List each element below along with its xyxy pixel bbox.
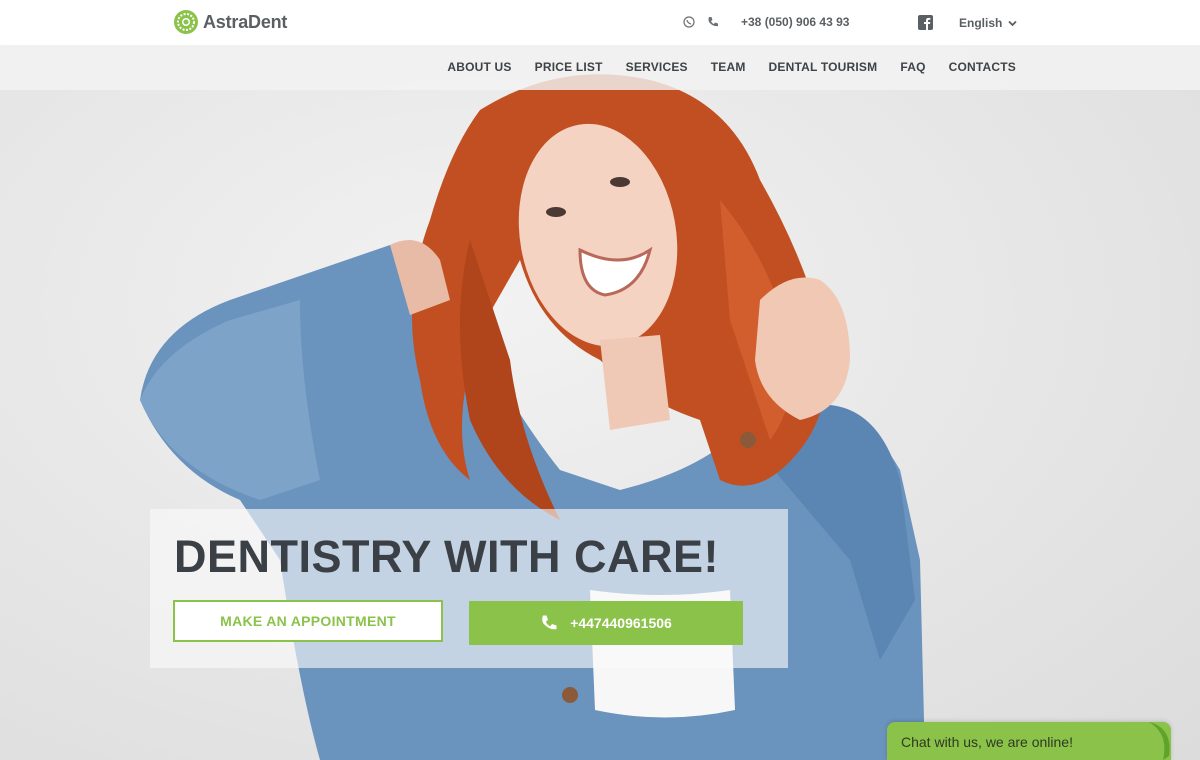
- facebook-icon[interactable]: [918, 15, 933, 30]
- call-phone-button[interactable]: +447440961506: [469, 601, 743, 645]
- chat-widget-label: Chat with us, we are online!: [901, 734, 1073, 750]
- chevron-down-icon: [1008, 20, 1017, 26]
- hero-headline: DENTISTRY WITH CARE!: [174, 531, 719, 582]
- nav-item-services[interactable]: SERVICES: [626, 60, 688, 74]
- phone-icon[interactable]: [707, 16, 719, 28]
- top-phone-number[interactable]: +38 (050) 906 43 93: [741, 15, 849, 29]
- make-appointment-button[interactable]: MAKE AN APPOINTMENT: [173, 600, 443, 642]
- nav-item-team[interactable]: TEAM: [711, 60, 746, 74]
- call-phone-label: +447440961506: [570, 615, 672, 631]
- nav-item-price-list[interactable]: PRICE LIST: [535, 60, 603, 74]
- hero-card: DENTISTRY WITH CARE! MAKE AN APPOINTMENT…: [150, 509, 788, 668]
- language-selector[interactable]: English: [959, 16, 1017, 30]
- nav-item-dental-tourism[interactable]: DENTAL TOURISM: [769, 60, 878, 74]
- top-bar: AstraDent +38 (050) 906 43 93 English: [0, 0, 1200, 45]
- logo[interactable]: AstraDent: [173, 9, 287, 35]
- chat-bubble-icon: [1149, 722, 1170, 760]
- whatsapp-icon[interactable]: [683, 16, 695, 28]
- logo-text: AstraDent: [203, 11, 288, 32]
- nav-item-contacts[interactable]: CONTACTS: [949, 60, 1016, 74]
- main-navigation: ABOUT US PRICE LIST SERVICES TEAM DENTAL…: [0, 45, 1200, 90]
- logo-icon: [174, 10, 198, 34]
- chat-widget[interactable]: Chat with us, we are online!: [887, 722, 1171, 760]
- nav-item-faq[interactable]: FAQ: [900, 60, 925, 74]
- nav-item-about-us[interactable]: ABOUT US: [447, 60, 511, 74]
- language-label: English: [959, 16, 1003, 30]
- phone-icon: [542, 615, 557, 630]
